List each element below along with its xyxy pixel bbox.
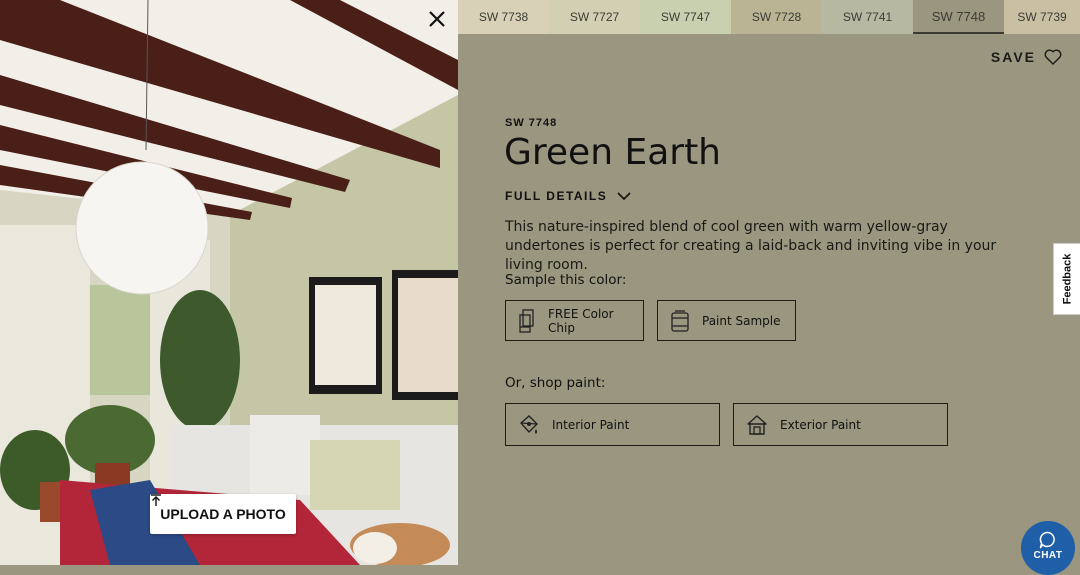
room-photo: UPLOAD A PHOTO xyxy=(0,0,458,565)
swatch-sw-7748[interactable]: SW 7748 xyxy=(913,0,1004,34)
paint-sample-button[interactable]: Paint Sample xyxy=(657,300,796,341)
free-color-chip-label: FREE Color Chip xyxy=(548,306,614,335)
swatch-sw-7727[interactable]: SW 7727 xyxy=(549,0,640,34)
paint-can-icon xyxy=(671,309,689,332)
feedback-label: Feedback xyxy=(1061,253,1073,305)
upload-photo-button[interactable]: UPLOAD A PHOTO xyxy=(150,494,296,534)
shop-section-label: Or, shop paint: xyxy=(505,375,606,391)
interior-paint-button[interactable]: Interior Paint xyxy=(505,403,720,446)
close-button[interactable] xyxy=(428,10,452,34)
color-code: SW 7748 xyxy=(505,117,558,129)
sample-section-label: Sample this color: xyxy=(505,272,627,288)
swatch-sw-7728[interactable]: SW 7728 xyxy=(731,0,822,34)
house-icon xyxy=(747,414,767,435)
chat-bubble-icon xyxy=(1039,531,1055,549)
swatch-sw-7747[interactable]: SW 7747 xyxy=(640,0,731,34)
free-color-chip-button[interactable]: FREE Color Chip xyxy=(505,300,644,341)
color-description: This nature-inspired blend of cool green… xyxy=(505,219,997,273)
full-details-label: FULL DETAILS xyxy=(505,189,608,203)
upload-photo-label: UPLOAD A PHOTO xyxy=(160,506,286,522)
full-details-toggle[interactable]: FULL DETAILS xyxy=(505,189,631,203)
paint-bucket-icon xyxy=(520,414,538,434)
heart-icon xyxy=(1044,49,1062,65)
interior-paint-label: Interior Paint xyxy=(552,417,630,432)
swatch-sw-7741[interactable]: SW 7741 xyxy=(822,0,913,34)
exterior-paint-label: Exterior Paint xyxy=(780,417,861,432)
upload-icon xyxy=(151,494,161,506)
close-icon xyxy=(429,11,445,27)
paint-sample-label: Paint Sample xyxy=(702,313,781,328)
swatch-sw-7738[interactable]: SW 7738 xyxy=(458,0,549,34)
save-label: SAVE xyxy=(990,49,1036,65)
room-photo-illustration xyxy=(0,0,458,565)
chevron-down-icon xyxy=(617,191,631,200)
swatch-sw-7739[interactable]: SW 7739 xyxy=(1004,0,1080,34)
chat-label: CHAT xyxy=(1033,550,1063,561)
swatch-strip: SW 7738 SW 7727 SW 7747 SW 7728 SW 7741 SW 77… xyxy=(458,0,1080,34)
color-name: Green Earth xyxy=(504,132,722,173)
chat-button[interactable]: CHAT xyxy=(1021,521,1075,575)
exterior-paint-button[interactable]: Exterior Paint xyxy=(733,403,948,446)
feedback-tab[interactable]: Feedback xyxy=(1053,243,1080,315)
color-chip-icon xyxy=(519,308,534,333)
save-button[interactable]: SAVE xyxy=(991,49,1062,65)
